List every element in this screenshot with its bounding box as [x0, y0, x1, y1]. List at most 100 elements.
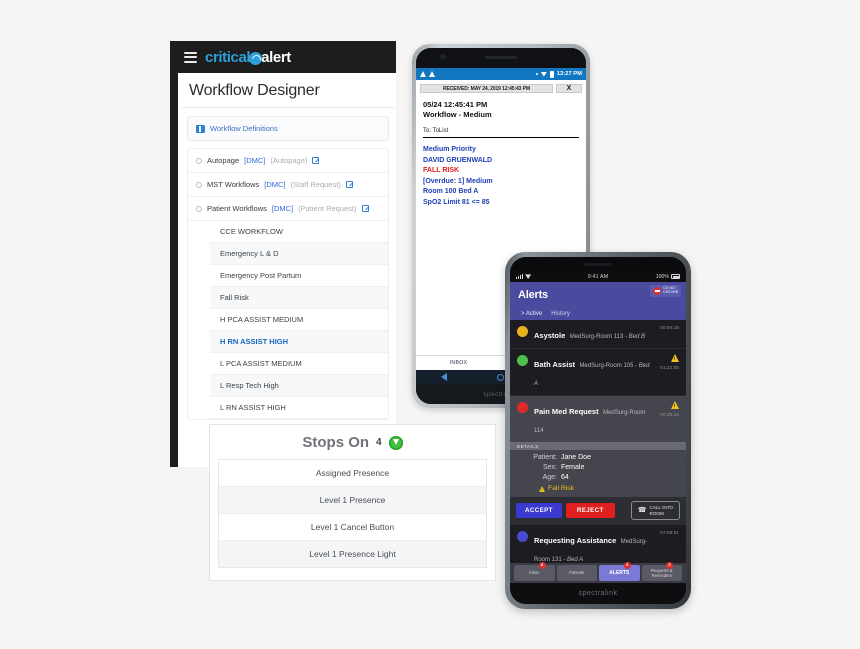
web-app-window: critical alert Workflow Designer Workflow… [170, 41, 396, 467]
details-strip-label: DETAILS [510, 442, 686, 450]
bottom-nav: 8 Inbox Patients 4 ALERTS 2 Requests & R… [510, 562, 686, 583]
list-item[interactable]: L PCA ASSIST MEDIUM [210, 353, 388, 375]
android-status-bar: 12:27 PM [416, 68, 586, 80]
group-name: MST Workflows [207, 180, 260, 189]
list-item[interactable]: L RN ASSIST HIGH [210, 397, 388, 419]
workflow-group-patient[interactable]: Patient Workflows [DMC] (Patient Request… [188, 197, 388, 221]
warning-icon [671, 354, 679, 362]
nav-label: ALERTS [609, 570, 630, 576]
group-type: (Autopage) [270, 156, 308, 165]
phone-icon: ☎ [637, 506, 647, 514]
phone-alerts-device: 9:41 AM 100% Alerts DO NOT DISTURB > Act [505, 252, 691, 609]
list-item[interactable]: Emergency Post Partum [210, 265, 388, 287]
alert-row-asystole[interactable]: Asystole MedSurg-Room 113 - Bed B 00:04:… [510, 320, 686, 349]
hamburger-icon[interactable] [184, 51, 197, 63]
detail-label: Sex: [542, 464, 557, 472]
fall-risk-label: Fall Risk [548, 485, 575, 493]
phone-alerts-body: 9:41 AM 100% Alerts DO NOT DISTURB > Act [510, 257, 686, 604]
status-dot-icon [517, 355, 528, 366]
alert-timer: 07:09:01 [660, 529, 679, 535]
alert-meta: 00:30:14 [660, 401, 679, 417]
list-item[interactable]: Level 1 Presence Light [219, 541, 486, 567]
list-item[interactable]: Assigned Presence [219, 460, 486, 487]
gear-icon [196, 181, 202, 188]
alert-room: MedSurg-Room 113 - [569, 334, 629, 340]
detail-sex: Sex: Female [517, 463, 679, 473]
battery-icon [671, 274, 681, 279]
warning-icon [539, 485, 545, 492]
stops-on-count: 4 [376, 437, 382, 448]
alert-timer: 00:30:14 [660, 412, 679, 417]
message-body: Medium Priority DAVID GRUENWALD FALL RIS… [423, 145, 579, 208]
list-item-active[interactable]: H RN ASSIST HIGH [210, 331, 388, 353]
alert-text: Asystole MedSurg-Room 113 - Bed B [534, 325, 654, 343]
accept-button[interactable]: ACCEPT [516, 503, 562, 519]
workflow-group-autopage[interactable]: Autopage [DMC] (Autopage) [188, 149, 388, 173]
nav-requests-reminders[interactable]: 2 Requests & Reminders [641, 562, 682, 581]
breadcrumb-label: Workflow Definitions [210, 124, 278, 133]
front-camera-icon [440, 54, 446, 60]
alert-bed: Bed A [567, 556, 584, 563]
nav-label: Patients [569, 570, 585, 576]
wifi-icon [540, 72, 547, 77]
book-icon [196, 124, 205, 133]
do-not-disturb-icon [653, 287, 662, 295]
alert-title: Bath Assist [534, 360, 575, 369]
list-item[interactable]: Fall Risk [210, 287, 388, 309]
group-type: (Staff Request) [290, 180, 341, 189]
phone-earpiece [510, 257, 686, 271]
workflow-group-mst[interactable]: MST Workflows [DMC] (Staff Request) [188, 173, 388, 197]
list-item[interactable]: Emergency L & D [210, 243, 388, 265]
stops-on-header: Stops On 4 [210, 425, 495, 459]
received-label: RECEIVED: MAY 24, 2019 12:45:43 PM [420, 84, 553, 93]
message-line: Medium Priority [423, 146, 476, 154]
edit-icon[interactable] [361, 205, 369, 212]
list-item[interactable]: L Resp Tech High [210, 375, 388, 397]
detail-age: Age: 64 [517, 473, 679, 483]
call-into-room-button[interactable]: ☎ CALL INTO ROOM [630, 501, 680, 520]
logo-text-critical: critical [205, 48, 251, 66]
edit-icon[interactable] [312, 157, 320, 164]
call-line-1: CALL INTO [649, 505, 674, 511]
download-arrow-icon[interactable] [388, 435, 403, 450]
do-not-disturb-button[interactable]: DO NOT DISTURB [650, 285, 681, 297]
inbox-button[interactable]: INBOX [416, 360, 501, 366]
alert-row-requesting-assistance-1[interactable]: Requesting Assistance MedSurg-Room 131 -… [510, 525, 686, 563]
status-dot-icon [535, 73, 538, 75]
home-icon[interactable] [497, 373, 505, 381]
list-item[interactable]: Level 1 Presence [219, 487, 486, 514]
nav-alerts[interactable]: 4 ALERTS [599, 562, 640, 581]
reject-button[interactable]: REJECT [565, 503, 615, 519]
message-line: Room 100 Bed A [423, 188, 479, 196]
detail-value: 64 [561, 474, 569, 482]
page-body: Workflow Designer Workflow Definitions A… [180, 73, 396, 467]
close-button[interactable]: X [556, 84, 582, 93]
back-icon[interactable] [441, 373, 448, 381]
detail-patient: Patient: Jane Doe [517, 453, 679, 463]
nav-label: Inbox [529, 570, 540, 576]
tab-active[interactable]: > Active [521, 311, 542, 317]
alert-action-bar: ACCEPT REJECT ☎ CALL INTO ROOM [510, 497, 686, 525]
app-topbar: critical alert [178, 41, 396, 73]
alert-bed: Bed B [628, 334, 645, 340]
breadcrumb[interactable]: Workflow Definitions [187, 116, 389, 141]
edit-icon[interactable] [345, 181, 353, 188]
alert-title: Asystole [534, 331, 566, 340]
nav-patients[interactable]: Patients [556, 565, 597, 581]
stops-on-list: Assigned Presence Level 1 Presence Level… [218, 459, 487, 568]
list-item[interactable]: H PCA ASSIST MEDIUM [210, 309, 388, 331]
alert-title: Pain Med Request [534, 407, 599, 416]
alert-location: MedSurg-Room 113 - Bed B [570, 334, 645, 340]
alert-timer: 00:04:15 [660, 325, 679, 330]
tab-history[interactable]: History [551, 311, 570, 317]
gear-icon [196, 157, 202, 164]
nav-inbox[interactable]: 8 Inbox [514, 562, 555, 581]
alert-row-bath-assist[interactable]: Bath Assist MedSurg-Room 105 - Bed A 01:… [510, 349, 686, 396]
alert-row-pain-med-request[interactable]: Pain Med Request MedSurg-Room 114 00:30:… [510, 396, 686, 442]
alert-title: Requesting Assistance [534, 535, 617, 545]
list-item[interactable]: CCE WORKFLOW [210, 221, 388, 243]
status-right: 100% [625, 274, 681, 280]
list-item[interactable]: Level 1 Cancel Button [219, 514, 486, 541]
alert-text: Requesting Assistance MedSurg-Room 131 -… [534, 530, 654, 563]
status-clock: 12:27 PM [556, 71, 582, 77]
